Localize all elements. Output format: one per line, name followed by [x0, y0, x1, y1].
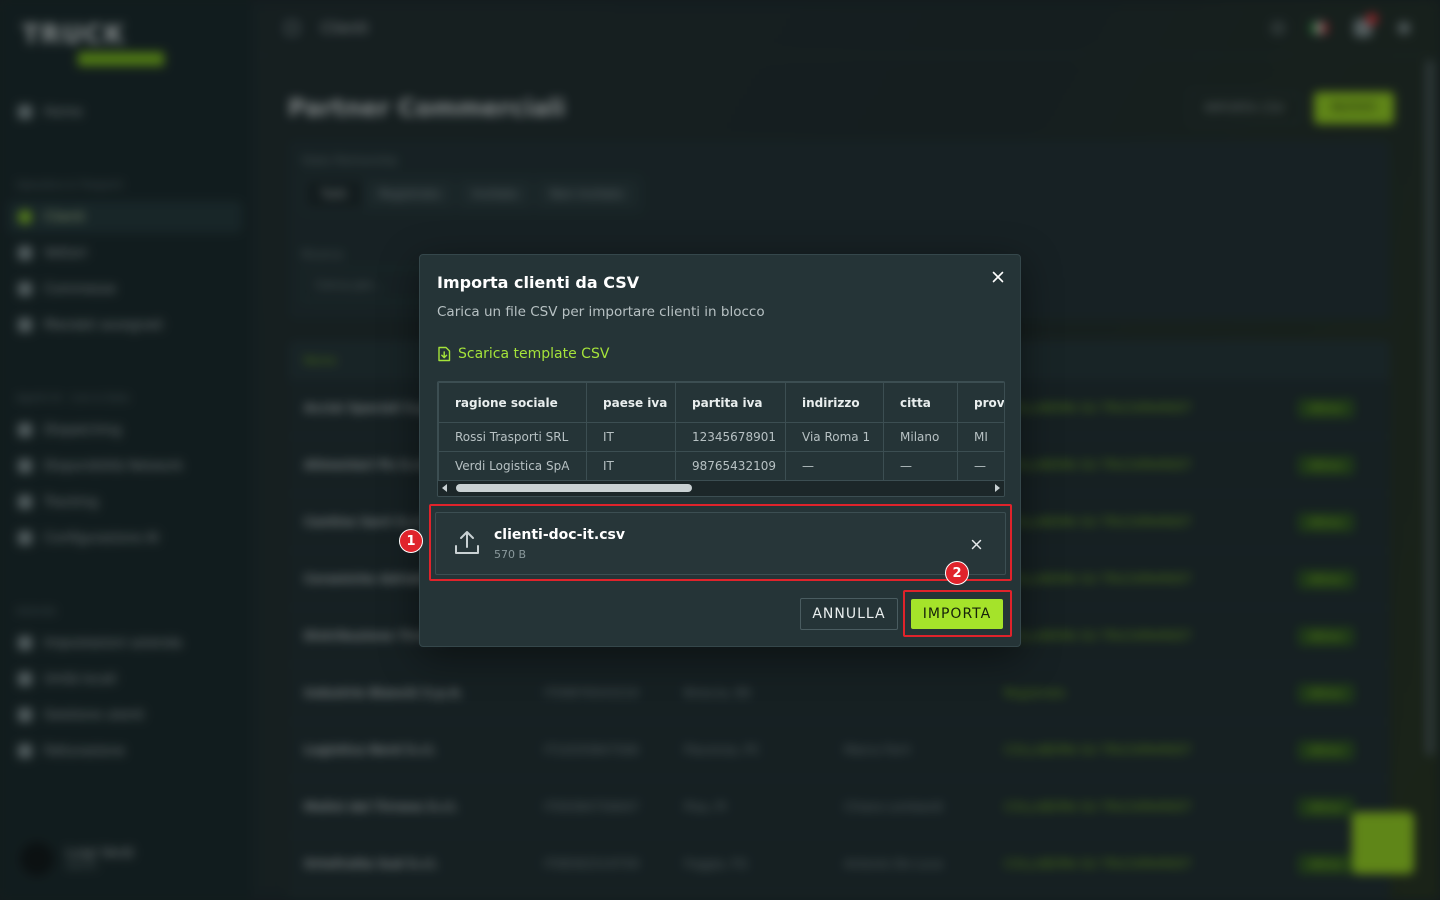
highlight-box-import	[903, 590, 1012, 637]
scrollbar-thumb[interactable]	[456, 484, 692, 492]
preview-row: Verdi Logistica SpA IT 98765432109 — — —	[438, 451, 1004, 481]
csv-preview-table: ragione sociale paese iva partita iva in…	[437, 381, 1005, 497]
step-marker-2: 2	[945, 561, 969, 585]
preview-cell: 98765432109	[675, 451, 786, 481]
import-csv-dialog: Importa clienti da CSV Carica un file CS…	[419, 254, 1021, 647]
preview-cell: 12345678901	[675, 422, 786, 452]
preview-cell: —	[883, 451, 958, 481]
highlight-box-file	[429, 504, 1012, 581]
preview-col-header: paese iva	[586, 382, 676, 423]
preview-col-header: partita iva	[675, 382, 786, 423]
preview-cell: Milano	[883, 422, 958, 452]
close-icon	[992, 271, 1004, 283]
preview-cell: IT	[586, 422, 676, 452]
preview-cell: Verdi Logistica SpA	[438, 451, 587, 481]
preview-cell: Rossi Trasporti SRL	[438, 422, 587, 452]
preview-col-header: provincia	[957, 382, 1004, 423]
preview-horizontal-scrollbar[interactable]	[438, 481, 1004, 496]
preview-row: Rossi Trasporti SRL IT 12345678901 Via R…	[438, 422, 1004, 452]
scroll-left-icon[interactable]	[442, 484, 447, 492]
preview-cell: MI	[957, 422, 1004, 452]
preview-col-header: citta	[883, 382, 958, 423]
preview-cell: IT	[586, 451, 676, 481]
preview-cell: —	[785, 451, 884, 481]
preview-col-header: indirizzo	[785, 382, 884, 423]
preview-cell: —	[957, 451, 1004, 481]
file-download-icon	[438, 346, 451, 362]
dialog-subtitle: Carica un file CSV per importare clienti…	[437, 304, 765, 320]
cancel-button[interactable]: ANNULLA	[800, 598, 898, 630]
preview-col-header: ragione sociale	[438, 382, 587, 423]
download-template-link[interactable]: Scarica template CSV	[437, 346, 609, 362]
dialog-title: Importa clienti da CSV	[437, 273, 640, 292]
preview-header-row: ragione sociale paese iva partita iva in…	[438, 382, 1004, 423]
step-marker-1: 1	[399, 529, 423, 553]
scroll-right-icon[interactable]	[995, 484, 1000, 492]
preview-cell: Via Roma 1	[785, 422, 884, 452]
close-button[interactable]	[988, 267, 1008, 287]
